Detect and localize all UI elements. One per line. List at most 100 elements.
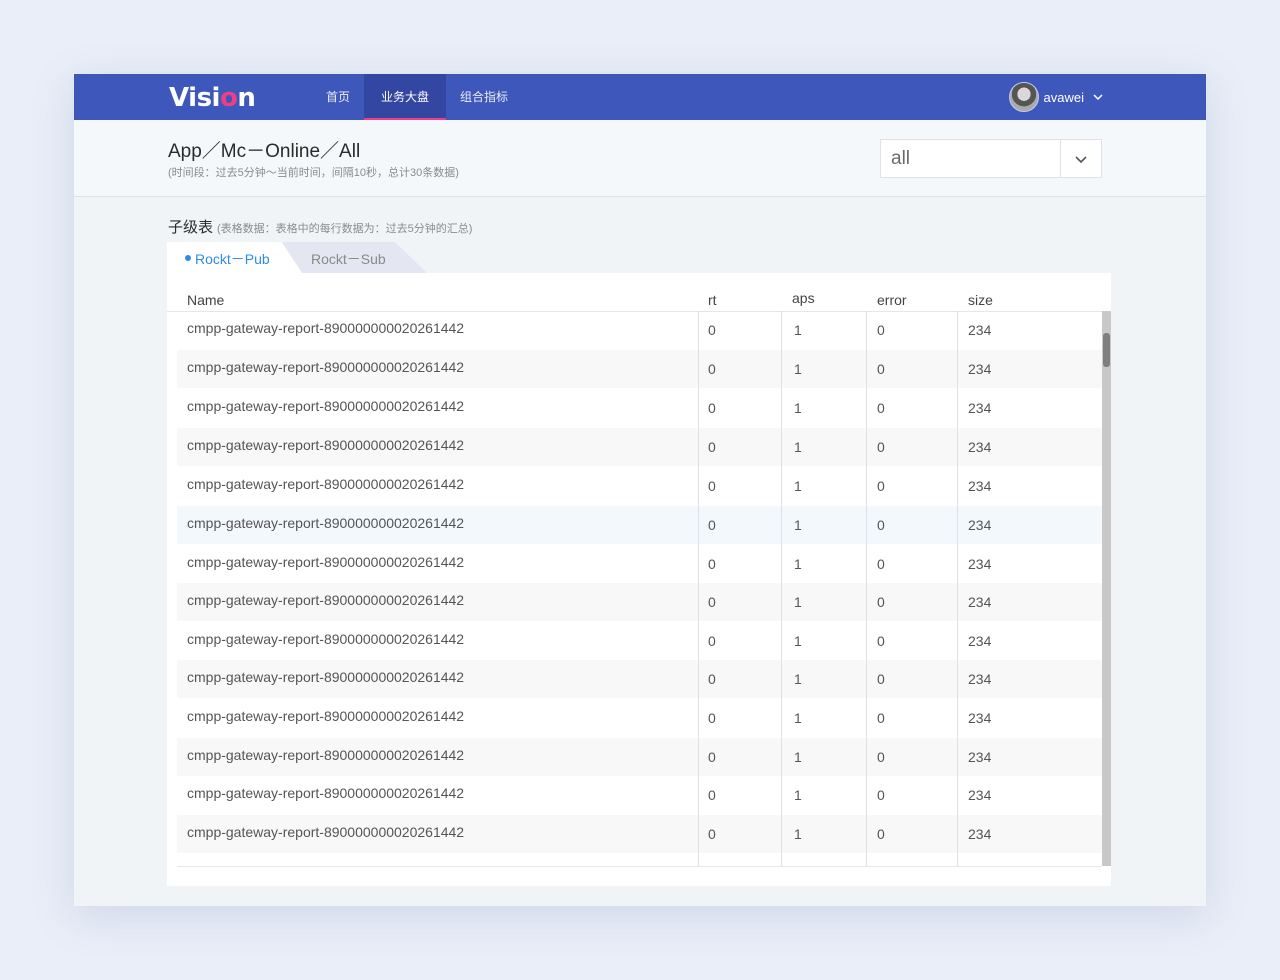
cell-name: cmpp-gateway-report-890000000020261442 xyxy=(187,824,465,840)
cell-size: 234 xyxy=(968,787,992,803)
table-row[interactable]: cmpp-gateway-report-890000000020261442 0 1… xyxy=(177,545,1102,583)
cell-aps: 1 xyxy=(794,478,802,494)
cell-rt: 0 xyxy=(708,556,716,572)
cell-size: 234 xyxy=(968,400,992,416)
column-divider xyxy=(698,311,699,866)
cell-rt: 0 xyxy=(708,400,716,416)
cell-rt: 0 xyxy=(708,749,716,765)
filter-select-value[interactable]: all xyxy=(891,148,910,170)
nav-item-business-dashboard[interactable]: 业务大盘 xyxy=(364,74,447,120)
cell-aps: 1 xyxy=(794,633,802,649)
cell-aps: 1 xyxy=(794,749,802,765)
cell-rt: 0 xyxy=(708,633,716,649)
cell-error: 0 xyxy=(877,361,885,377)
cell-size: 234 xyxy=(968,826,992,842)
cell-rt: 0 xyxy=(708,439,716,455)
table-row[interactable]: cmpp-gateway-report-890000000020261442 0 1… xyxy=(177,583,1102,621)
cell-error: 0 xyxy=(877,633,885,649)
table-row[interactable]: cmpp-gateway-report-890000000020261442 0 1… xyxy=(177,815,1102,853)
table-row[interactable]: cmpp-gateway-report-890000000020261442 0 1… xyxy=(177,428,1102,466)
table-row[interactable]: cmpp-gateway-report-890000000020261442 0 1… xyxy=(177,467,1102,505)
section-title: 子级表 (表格数据：表格中的每行数据为：过去5分钟的汇总) xyxy=(168,219,473,236)
column-header-size[interactable]: size xyxy=(968,292,993,308)
cell-aps: 1 xyxy=(794,517,802,533)
table-row[interactable]: cmpp-gateway-report-890000000020261442 0 1… xyxy=(177,660,1102,698)
cell-rt: 0 xyxy=(708,787,716,803)
cell-aps: 1 xyxy=(794,400,802,416)
cell-aps: 1 xyxy=(794,787,802,803)
table-row[interactable]: cmpp-gateway-report-890000000020261442 0 1… xyxy=(177,622,1102,660)
cell-size: 234 xyxy=(968,749,992,765)
data-table: Name rt aps error size cmpp-gateway-repo… xyxy=(167,273,1111,886)
cell-rt: 0 xyxy=(708,671,716,687)
table-row[interactable]: cmpp-gateway-report-890000000020261442 0 1… xyxy=(177,350,1102,388)
table-body: cmpp-gateway-report-890000000020261442 0 1… xyxy=(177,311,1102,867)
table-header: Name rt aps error size xyxy=(167,273,1111,312)
cell-size: 234 xyxy=(968,594,992,610)
cell-name: cmpp-gateway-report-890000000020261442 xyxy=(187,592,465,608)
select-toggle-button[interactable] xyxy=(1060,140,1101,177)
cell-name: cmpp-gateway-report-890000000020261442 xyxy=(187,708,465,724)
tab-bar: Rockt－Pub Rockt－Sub xyxy=(167,242,467,273)
cell-aps: 1 xyxy=(794,439,802,455)
nav-item-home[interactable]: 首页 xyxy=(312,74,364,120)
cell-size: 234 xyxy=(968,671,992,687)
table-row[interactable]: cmpp-gateway-report-890000000020261442 0 1… xyxy=(177,311,1102,349)
column-header-name[interactable]: Name xyxy=(187,292,224,308)
user-menu[interactable]: avawei xyxy=(1008,82,1104,112)
chevron-down-icon[interactable] xyxy=(1074,152,1088,166)
cell-rt: 0 xyxy=(708,478,716,494)
cell-error: 0 xyxy=(877,439,885,455)
app-window: Vision 首页 业务大盘 组合指标 avawei App／Mc－Online… xyxy=(74,74,1206,906)
cell-name: cmpp-gateway-report-890000000020261442 xyxy=(187,785,465,801)
cell-aps: 1 xyxy=(794,710,802,726)
cell-rt: 0 xyxy=(708,710,716,726)
column-header-aps[interactable]: aps xyxy=(792,290,815,306)
breadcrumb: App／Mc－Online／All xyxy=(168,141,361,162)
cell-error: 0 xyxy=(877,671,885,687)
cell-size: 234 xyxy=(968,556,992,572)
cell-name: cmpp-gateway-report-890000000020261442 xyxy=(187,631,465,647)
cell-aps: 1 xyxy=(794,671,802,687)
cell-error: 0 xyxy=(877,826,885,842)
table-row[interactable]: cmpp-gateway-report-890000000020261442 0 1… xyxy=(177,738,1102,776)
vertical-scrollbar[interactable] xyxy=(1102,311,1111,866)
column-header-rt[interactable]: rt xyxy=(708,292,717,308)
tab-label-sub[interactable]: Rockt－Sub xyxy=(311,249,386,269)
cell-name: cmpp-gateway-report-890000000020261442 xyxy=(187,554,465,570)
cell-size: 234 xyxy=(968,439,992,455)
chevron-down-icon[interactable] xyxy=(1092,91,1104,103)
avatar[interactable] xyxy=(1008,82,1039,112)
cell-error: 0 xyxy=(877,556,885,572)
cell-name: cmpp-gateway-report-890000000020261442 xyxy=(187,747,465,763)
cell-name: cmpp-gateway-report-890000000020261442 xyxy=(187,398,465,414)
main-nav: 首页 业务大盘 组合指标 xyxy=(312,74,522,120)
column-divider xyxy=(866,311,867,866)
cell-size: 234 xyxy=(968,633,992,649)
nav-item-combined-metrics[interactable]: 组合指标 xyxy=(446,74,522,120)
vision-logo[interactable]: Vision xyxy=(169,83,256,113)
table-row[interactable]: cmpp-gateway-report-890000000020261442 0 1… xyxy=(177,776,1102,814)
cell-size: 234 xyxy=(968,517,992,533)
table-row[interactable]: cmpp-gateway-report-890000000020261442 0 1… xyxy=(177,506,1102,544)
table-row[interactable]: cmpp-gateway-report-890000000020261442 0 1… xyxy=(177,389,1102,427)
active-dot-icon xyxy=(185,255,191,261)
top-nav-bar: Vision 首页 业务大盘 组合指标 avawei xyxy=(74,74,1206,120)
page-header: App／Mc－Online／All (时间段：过去5分钟～当前时间，间隔10秒，… xyxy=(74,120,1206,197)
filter-select[interactable]: all xyxy=(880,139,1102,178)
column-header-error[interactable]: error xyxy=(877,292,907,308)
cell-rt: 0 xyxy=(708,826,716,842)
scrollbar-thumb[interactable] xyxy=(1103,333,1110,367)
cell-name: cmpp-gateway-report-890000000020261442 xyxy=(187,359,465,375)
username[interactable]: avawei xyxy=(1044,90,1084,105)
table-row[interactable]: cmpp-gateway-report-890000000020261442 0 1… xyxy=(177,699,1102,737)
cell-name: cmpp-gateway-report-890000000020261442 xyxy=(187,437,465,453)
cell-size: 234 xyxy=(968,710,992,726)
cell-rt: 0 xyxy=(708,361,716,377)
cell-rt: 0 xyxy=(708,594,716,610)
cell-error: 0 xyxy=(877,478,885,494)
cell-name: cmpp-gateway-report-890000000020261442 xyxy=(187,669,465,685)
tab-label-pub[interactable]: Rockt－Pub xyxy=(195,249,270,269)
column-divider xyxy=(957,311,958,866)
section-note: (表格数据：表格中的每行数据为：过去5分钟的汇总) xyxy=(217,223,473,235)
